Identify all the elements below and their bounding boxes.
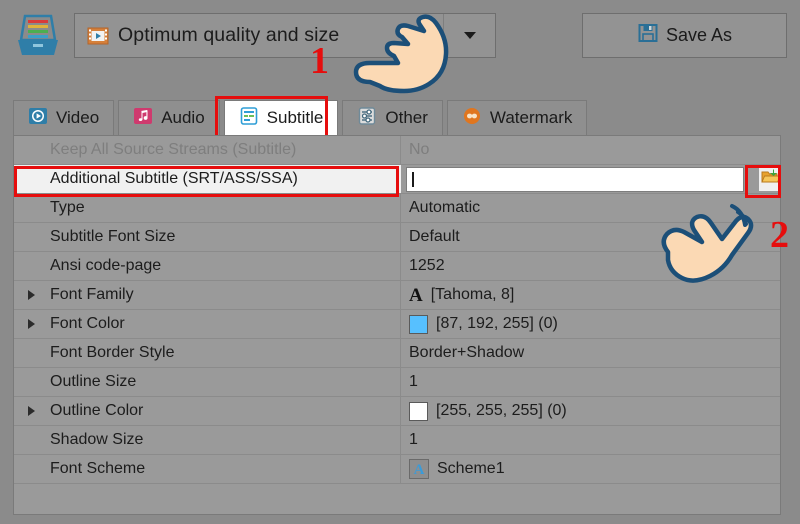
table-row[interactable]: Font Border Style Border+Shadow: [14, 339, 780, 368]
video-play-icon: [28, 106, 48, 131]
tab-other[interactable]: Other: [342, 100, 443, 135]
property-name-cell: Font Family: [14, 281, 401, 309]
tab-other-label: Other: [385, 108, 428, 127]
table-row[interactable]: Outline Color [255, 255, 255] (0): [14, 397, 780, 426]
tab-audio[interactable]: Audio: [118, 100, 220, 135]
table-row[interactable]: Keep All Source Streams (Subtitle) No: [14, 136, 780, 165]
table-row[interactable]: Font Scheme A Scheme1: [14, 455, 780, 484]
property-value-cell[interactable]: [255, 255, 255] (0): [401, 397, 780, 425]
expand-arrow-icon[interactable]: [28, 290, 50, 300]
property-name-cell: Ansi code-page: [14, 252, 401, 280]
open-folder-icon: [761, 168, 780, 191]
tab-subtitle-label: Subtitle: [266, 108, 324, 127]
svg-text:A: A: [414, 462, 425, 477]
scheme-letter-a-icon: A: [409, 459, 429, 479]
property-value-cell: No: [409, 141, 430, 158]
table-row[interactable]: Type Automatic: [14, 194, 780, 223]
property-value-cell[interactable]: 1: [401, 368, 780, 396]
sliders-icon: [357, 106, 377, 131]
toolbar: Optimum quality and size Save As: [0, 0, 800, 74]
browse-folder-button[interactable]: [758, 166, 780, 192]
table-row[interactable]: Additional Subtitle (SRT/ASS/SSA): [14, 165, 780, 194]
property-name-cell: Additional Subtitle (SRT/ASS/SSA): [14, 165, 401, 193]
font-letter-a-icon: A: [409, 284, 423, 306]
property-name-cell: Keep All Source Streams (Subtitle): [14, 136, 401, 164]
color-swatch: [409, 314, 428, 334]
table-row[interactable]: Font Family A [Tahoma, 8]: [14, 281, 780, 310]
property-value-cell[interactable]: Border+Shadow: [401, 339, 780, 367]
table-row[interactable]: Shadow Size 1: [14, 426, 780, 455]
color-swatch: [409, 401, 428, 421]
property-value-cell[interactable]: [87, 192, 255] (0): [401, 310, 780, 338]
property-name-cell: Font Border Style: [14, 339, 401, 367]
property-name-cell: Subtitle Font Size: [14, 223, 401, 251]
property-value-cell[interactable]: [401, 165, 780, 193]
property-value-cell[interactable]: 1: [401, 426, 780, 454]
tab-watermark[interactable]: Watermark: [446, 100, 588, 135]
music-note-icon: [133, 106, 153, 131]
tab-bar: Video Audio Subtitle Other Watermark: [13, 99, 781, 135]
subtitle-list-icon: [239, 106, 259, 131]
property-value-cell[interactable]: Automatic: [401, 194, 780, 222]
chevron-down-icon[interactable]: [443, 14, 495, 57]
watermark-icon: [462, 106, 482, 131]
table-row[interactable]: Ansi code-page 1252: [14, 252, 780, 281]
table-row[interactable]: Outline Size 1: [14, 368, 780, 397]
tab-video[interactable]: Video: [13, 100, 115, 135]
tab-watermark-label: Watermark: [489, 108, 573, 127]
property-name-cell: Font Scheme: [14, 455, 401, 483]
expand-arrow-icon[interactable]: [28, 406, 50, 416]
expand-arrow-icon[interactable]: [28, 319, 50, 329]
property-value-cell[interactable]: Default: [401, 223, 780, 251]
preset-value: Optimum quality and size: [118, 24, 340, 46]
tab-subtitle[interactable]: Subtitle: [223, 100, 339, 135]
preset-dropdown[interactable]: Optimum quality and size: [74, 13, 496, 58]
film-strip-icon: [87, 25, 109, 47]
save-as-button[interactable]: Save As: [582, 13, 787, 58]
tab-video-label: Video: [56, 108, 100, 127]
property-name-cell: Shadow Size: [14, 426, 401, 454]
tab-audio-label: Audio: [161, 108, 205, 127]
property-name-cell: Type: [14, 194, 401, 222]
additional-subtitle-input[interactable]: [406, 166, 744, 192]
inbox-tray-icon: [14, 10, 62, 60]
property-value-cell[interactable]: A Scheme1: [401, 455, 780, 483]
table-row[interactable]: Subtitle Font Size Default: [14, 223, 780, 252]
property-name-cell: Font Color: [14, 310, 401, 338]
subtitle-property-grid: Keep All Source Streams (Subtitle) No Ad…: [13, 135, 781, 515]
property-value-cell[interactable]: 1252: [401, 252, 780, 280]
property-name-cell: Outline Color: [14, 397, 401, 425]
property-name-cell: Outline Size: [14, 368, 401, 396]
table-row[interactable]: Font Color [87, 192, 255] (0): [14, 310, 780, 339]
property-value-cell[interactable]: A [Tahoma, 8]: [401, 281, 780, 309]
floppy-disk-icon: [637, 22, 659, 49]
text-caret: [412, 171, 414, 187]
save-as-label: Save As: [665, 25, 733, 45]
